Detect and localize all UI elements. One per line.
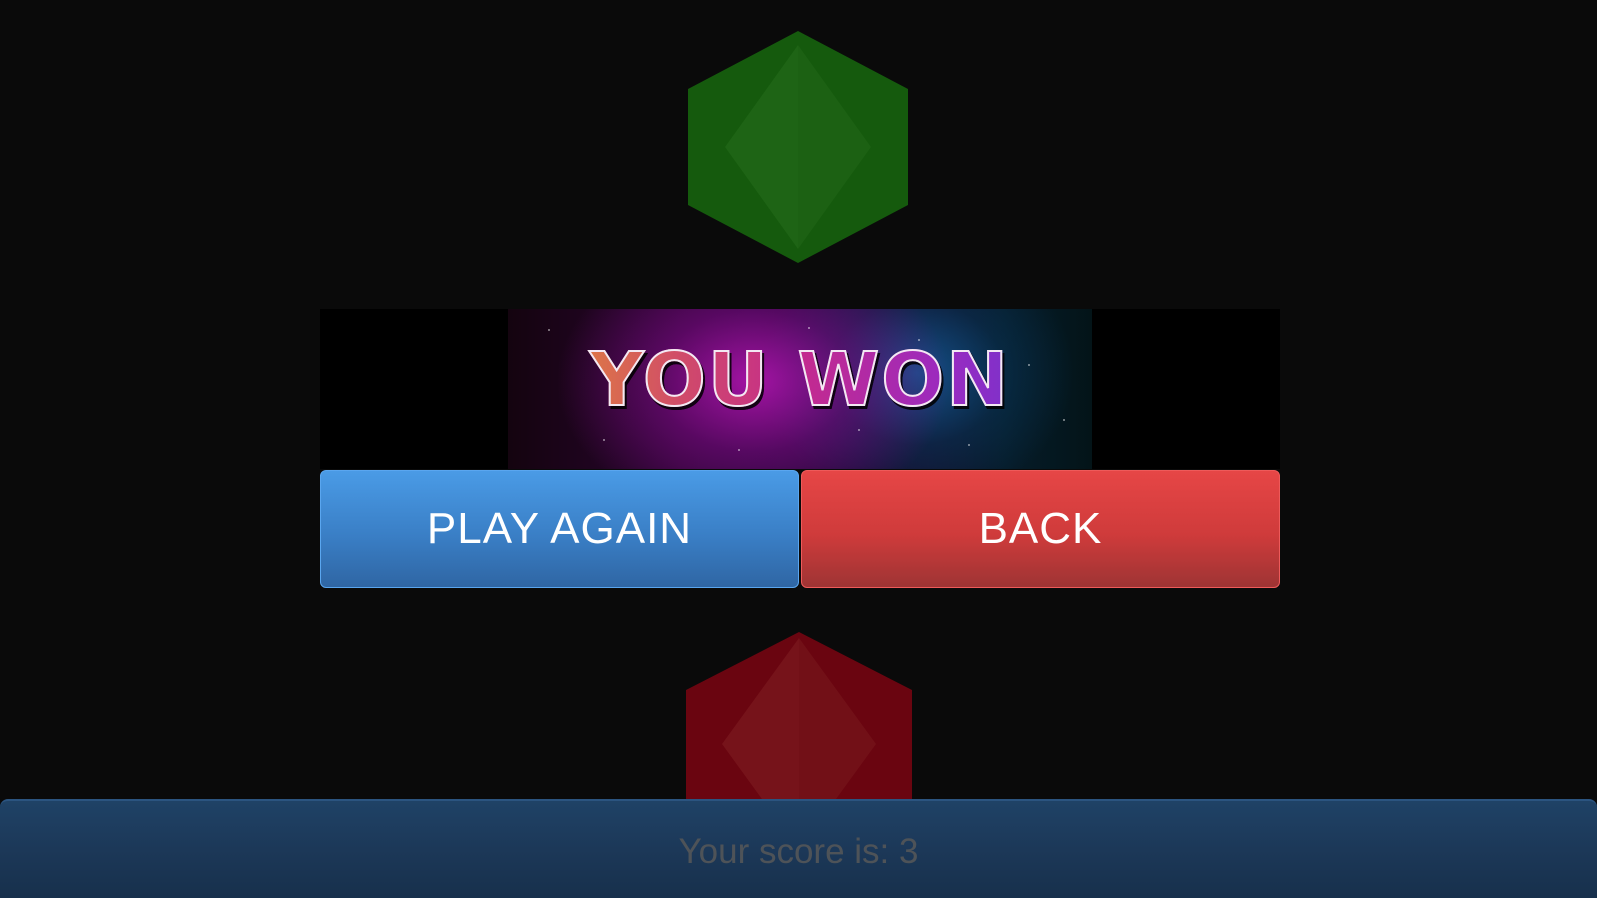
back-label: BACK <box>978 504 1103 553</box>
score-bar: Your score is: 3 <box>0 799 1597 898</box>
back-button[interactable]: BACK <box>801 470 1280 588</box>
green-hexagon-icon <box>688 31 908 263</box>
you-won-banner: YOU WON <box>320 309 1280 469</box>
you-won-title: YOU WON <box>508 342 1092 418</box>
you-won-banner-art: YOU WON <box>508 309 1092 469</box>
game-over-screen: YOU WON PLAY AGAIN BACK Your score is: 3 <box>0 0 1597 898</box>
score-text: Your score is: 3 <box>678 831 919 871</box>
play-again-button[interactable]: PLAY AGAIN <box>320 470 799 588</box>
play-again-label: PLAY AGAIN <box>426 504 693 553</box>
